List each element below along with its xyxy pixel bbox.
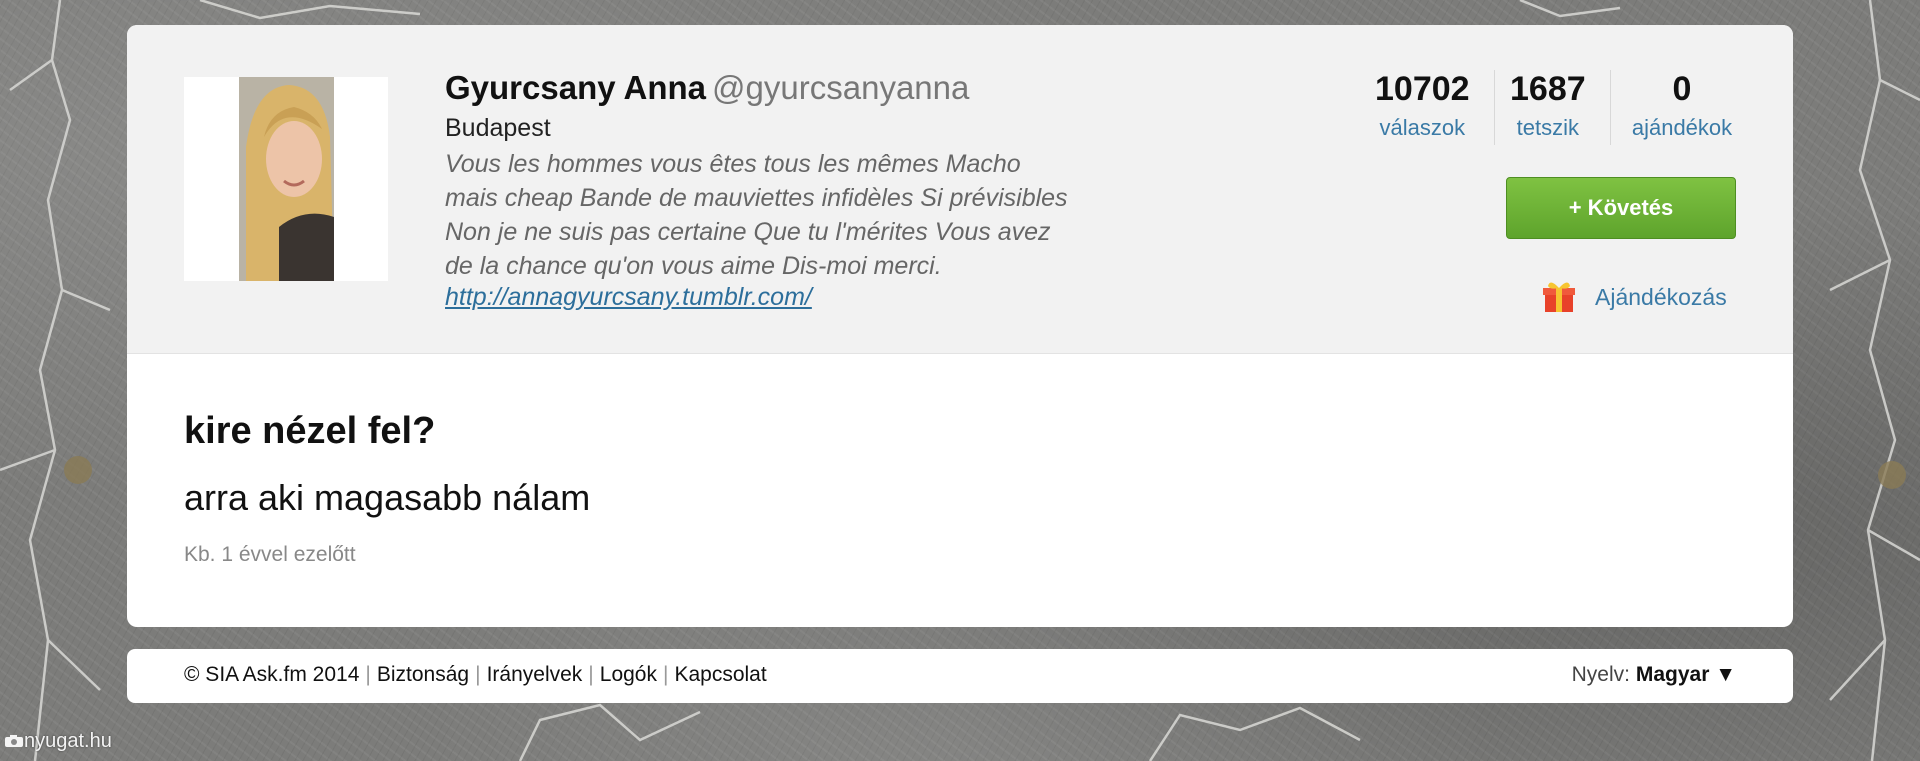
answer-text: arra aki magasabb nálam (184, 477, 591, 518)
profile-website-link[interactable]: http://annagyurcsany.tumblr.com/ (445, 283, 812, 312)
language-selector[interactable]: Nyelv: Magyar ▼ (1572, 663, 1736, 687)
footer-separator: | (662, 663, 669, 686)
avatar-photo (184, 77, 388, 281)
stat-answers-label[interactable]: válaszok (1375, 113, 1470, 143)
watermark: nyugat.hu (4, 730, 112, 753)
profile-handle: @gyurcsanyanna (712, 69, 970, 106)
profile-card: Gyurcsany Anna @gyurcsanyanna Budapest Vo… (127, 25, 1793, 627)
footer-separator: | (588, 663, 594, 686)
avatar[interactable] (184, 77, 388, 281)
footer-link-guidelines[interactable]: Irányelvek (487, 663, 583, 686)
stat-answers-count: 10702 (1375, 70, 1470, 108)
footer-links: © SIA Ask.fm 2014 | Biztonság | Irányelvek | L… (184, 663, 767, 687)
footer-link-security[interactable]: Biztonság (377, 663, 469, 686)
gift-icon (1543, 282, 1575, 312)
profile-bio: Vous les hommes vous êtes tous les mêmes… (445, 147, 1165, 283)
language-label: Nyelv: (1571, 663, 1630, 686)
stat-gifts-label[interactable]: ajándékok (1627, 113, 1737, 143)
stat-likes[interactable]: 1687 tetszik (1510, 69, 1586, 143)
stat-gifts[interactable]: 0 ajándékok (1627, 69, 1737, 143)
bio-line: mais cheap Bande de mauviettes infidèles… (445, 184, 1068, 212)
stat-likes-label[interactable]: tetszik (1510, 113, 1586, 143)
stat-answers[interactable]: 10702 válaszok (1375, 69, 1470, 143)
follow-button[interactable]: + Követés (1506, 177, 1736, 239)
footer-link-logos[interactable]: Logók (600, 663, 657, 686)
bio-line: de la chance qu'on vous aime Dis-moi mer… (445, 252, 942, 280)
stat-likes-count: 1687 (1510, 70, 1586, 108)
profile-location: Budapest (445, 114, 551, 142)
camera-logo-icon (5, 735, 23, 747)
footer-link-contact[interactable]: Kapcsolat (674, 663, 766, 686)
footer: © SIA Ask.fm 2014 | Biztonság | Irányelvek | L… (127, 649, 1793, 703)
footer-copyright: © SIA Ask.fm 2014 (184, 663, 360, 686)
profile-header: Gyurcsany Anna @gyurcsanyanna Budapest Vo… (127, 25, 1793, 354)
language-value[interactable]: Magyar ▼ (1636, 663, 1736, 686)
question-text[interactable]: kire nézel fel? (184, 410, 435, 453)
gift-label: Ajándékozás (1595, 284, 1727, 310)
watermark-text: nyugat.hu (24, 730, 112, 752)
stat-divider (1494, 70, 1495, 145)
profile-name: Gyurcsany Anna (445, 69, 707, 106)
footer-separator: | (475, 663, 481, 686)
bio-line: Vous les hommes vous êtes tous les mêmes… (445, 150, 1021, 178)
post-timestamp[interactable]: Kb. 1 évvel ezelőtt (184, 543, 356, 567)
stat-gifts-count: 0 (1672, 70, 1692, 108)
name-line: Gyurcsany Anna @gyurcsanyanna (445, 69, 969, 107)
footer-separator: | (365, 663, 371, 686)
bio-line: Non je ne suis pas certaine Que tu l'mér… (445, 218, 1051, 246)
stat-divider (1610, 70, 1611, 145)
